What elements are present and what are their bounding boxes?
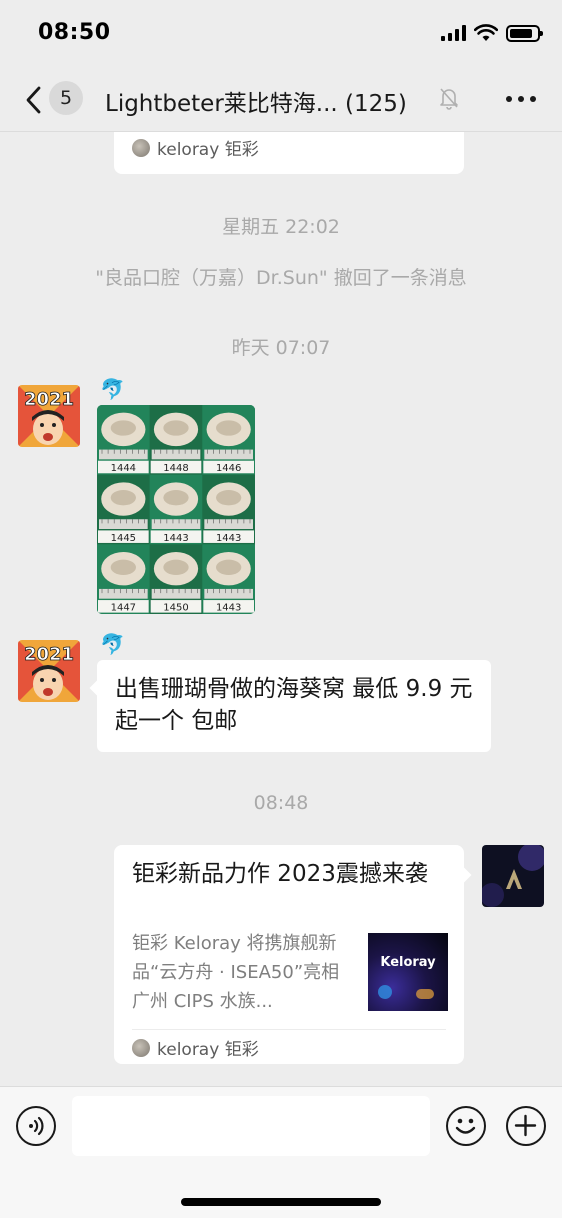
- timestamp: 昨天 07:07: [231, 337, 331, 359]
- chat-title: Lightbeter莱比特海... (125): [105, 91, 407, 117]
- article-thumbnail: Keloray: [368, 933, 448, 1011]
- card-source-label: keloray 钜彩: [157, 140, 259, 160]
- specimen-label: 1443: [216, 533, 241, 544]
- coral-specimen: 1443: [202, 544, 255, 614]
- timestamp: 08:48: [253, 792, 309, 814]
- coral-specimen: 1450: [149, 544, 203, 614]
- emoji-icon[interactable]: [446, 1106, 486, 1146]
- coral-photo-image: 1444 1448 1446 1445 1443 1443 1447 1450 1443: [97, 405, 255, 614]
- voice-icon[interactable]: [16, 1106, 56, 1146]
- battery-icon: [506, 24, 543, 42]
- unread-count-badge[interactable]: 5: [49, 81, 83, 115]
- article-description: 钜彩 Keloray 将携旗舰新品“云方舟 · ISEA50”亮相广州 CIPS…: [132, 933, 340, 1012]
- specimen-label: 1447: [111, 603, 136, 614]
- plus-icon[interactable]: [506, 1106, 546, 1146]
- message-input[interactable]: [72, 1096, 430, 1156]
- avatar[interactable]: 2021: [18, 640, 80, 702]
- source-logo-icon: [132, 1038, 150, 1057]
- message-text: 出售珊瑚骨做的海葵窝 最低 9.9 元起一个 包邮: [115, 676, 473, 734]
- specimen-label: 1446: [216, 463, 241, 474]
- coral-specimen: 1445: [97, 474, 150, 545]
- chat-area[interactable]: keloray 钜彩 星期五 22:02 "良品口腔（万嘉）Dr.Sun" 撤回…: [0, 132, 562, 1086]
- home-indicator: [181, 1198, 381, 1206]
- specimen-label: 1443: [216, 603, 241, 614]
- coral-specimen: 1447: [97, 544, 150, 614]
- status-icons: [441, 24, 543, 42]
- coral-specimen: 1448: [149, 405, 203, 475]
- thumbnail-logo-text: Keloray: [380, 955, 436, 970]
- coral-specimen: 1446: [202, 405, 255, 475]
- photo-message[interactable]: 1444 1448 1446 1445 1443 1443 1447 1450 1443: [97, 405, 255, 614]
- specimen-label: 1450: [163, 603, 188, 614]
- my-avatar[interactable]: [482, 845, 544, 907]
- timestamp: 星期五 22:02: [222, 216, 340, 238]
- specimen-label: 1445: [111, 533, 136, 544]
- coral-specimen: 1443: [202, 474, 255, 545]
- specimen-label: 1448: [163, 463, 188, 474]
- avatar[interactable]: 2021: [18, 385, 80, 447]
- card-source: keloray 钜彩: [132, 1035, 259, 1060]
- wifi-icon: [474, 24, 498, 41]
- sender-name: 🐬: [100, 632, 125, 656]
- more-icon[interactable]: [506, 96, 536, 102]
- chevron-left-icon[interactable]: [20, 84, 50, 116]
- svg-text:2021: 2021: [24, 644, 74, 665]
- nav-bar: 5 Lightbeter莱比特海... (125): [0, 68, 562, 132]
- card-source: keloray 钜彩: [132, 135, 259, 160]
- source-logo-icon: [132, 138, 150, 157]
- status-time: 08:50: [38, 20, 111, 45]
- status-bar: 08:50: [0, 0, 562, 68]
- article-card[interactable]: 钜彩新品力作 2023震撼来袭 钜彩 Keloray 将携旗舰新品“云方舟 · …: [114, 845, 472, 1064]
- card-source-label: keloray 钜彩: [157, 1040, 259, 1060]
- svg-text:2021: 2021: [24, 389, 74, 410]
- sender-name: 🐬: [100, 377, 125, 401]
- coral-specimen: 1444: [97, 405, 150, 475]
- recall-notice: "良品口腔（万嘉）Dr.Sun" 撤回了一条消息: [95, 267, 467, 289]
- specimen-label: 1444: [111, 463, 136, 474]
- mute-bell-icon: [440, 88, 458, 110]
- specimen-label: 1443: [163, 533, 188, 544]
- coral-specimen: 1443: [149, 474, 203, 545]
- top-article-card[interactable]: keloray 钜彩: [114, 132, 464, 174]
- text-message-bubble[interactable]: 出售珊瑚骨做的海葵窝 最低 9.9 元起一个 包邮: [89, 660, 491, 752]
- article-title: 钜彩新品力作 2023震撼来袭: [132, 861, 428, 887]
- cellular-signal-icon: [441, 25, 466, 41]
